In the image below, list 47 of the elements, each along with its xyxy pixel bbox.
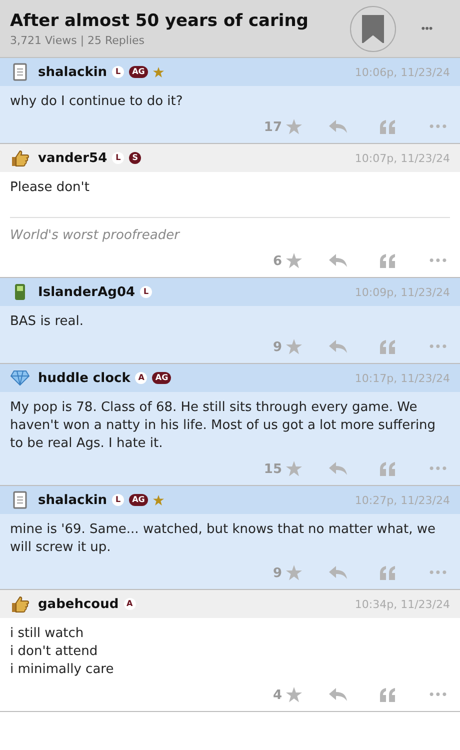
bookmark-icon [362, 14, 384, 42]
username[interactable]: huddle clock [38, 370, 130, 386]
username[interactable]: gabehcoud [38, 596, 119, 612]
user-badge: A [135, 372, 148, 384]
thumbs-up-icon [10, 595, 30, 613]
signature-text: World's worst proofreader [10, 217, 450, 245]
post-text: why do I continue to do it? [10, 93, 184, 111]
post-time: 10:17p, 11/23/24 [354, 372, 450, 384]
user-badge: S [129, 152, 142, 164]
user-badge: L [140, 286, 152, 298]
post-time: 10:07p, 11/23/24 [354, 152, 450, 164]
star-button[interactable]: 15 [264, 461, 302, 477]
post-text: i minimally care [10, 661, 115, 679]
username[interactable]: shalackin [38, 492, 108, 508]
bookmark-button[interactable] [350, 6, 396, 52]
post-time: 10:09p, 11/23/24 [354, 286, 450, 298]
user-badge: A [124, 598, 136, 610]
star-button[interactable]: 17 [264, 119, 302, 135]
post-text: mine is '69. Same... watched, but knows that no matter what, we will screw it up. [10, 521, 437, 557]
thumbs-up-icon [10, 149, 30, 167]
post-text: Please don't [10, 179, 90, 197]
username[interactable]: shalackin [38, 64, 108, 80]
post-text: My pop is 78. Class of 68. He still sits through every game. We haven't won a natty in his life. Most of us got a lot more suffering to be real Ags. I hate it. [10, 399, 437, 453]
user-badge: L [112, 152, 124, 164]
user-badge: AG [152, 372, 172, 384]
post-text: i don't attend [10, 643, 99, 661]
username[interactable]: vander54 [38, 150, 108, 166]
user-badge: L [112, 66, 124, 78]
username[interactable]: IslanderAg04 [38, 284, 136, 300]
user-badge: AG [129, 66, 148, 78]
thread-title: After almost 50 years of caring [10, 10, 310, 30]
more-button[interactable]: ••• [424, 464, 452, 474]
post-time: 10:34p, 11/23/24 [354, 598, 450, 610]
more-button[interactable]: ••• [424, 568, 452, 578]
thread-stats: 3,721 Views | 25 Replies [10, 34, 146, 46]
more-button[interactable]: ••• [424, 690, 452, 700]
diamond-icon [10, 370, 30, 386]
user-badge: AG [129, 494, 148, 506]
post-time: 10:27p, 11/23/24 [354, 494, 450, 506]
more-button[interactable]: ••• [424, 342, 452, 352]
user-badge: L [112, 494, 124, 506]
post-time: 10:06p, 11/23/24 [354, 66, 450, 78]
post-text: i still watch [10, 625, 85, 643]
more-button[interactable]: ••• [404, 22, 450, 34]
more-button[interactable]: ••• [424, 256, 452, 266]
more-button[interactable]: ••• [424, 122, 452, 132]
post-text: BAS is real. [10, 313, 84, 331]
